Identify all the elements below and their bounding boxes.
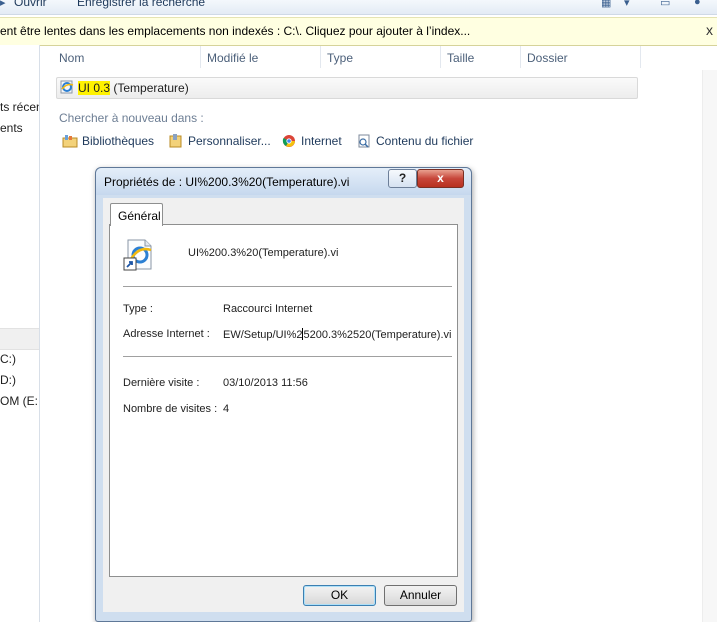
cancel-button[interactable]: Annuler xyxy=(384,585,457,606)
navigation-pane: ts récen ents C:) D:) OM (E: xyxy=(0,45,40,622)
result-name-rest: (Temperature) xyxy=(110,81,189,95)
help-icon[interactable]: ● xyxy=(694,0,708,8)
dialog-title: Propriétés de : UI%200.3%20(Temperature)… xyxy=(104,175,350,189)
column-header-type[interactable]: Type xyxy=(327,51,353,65)
custom-folder-icon xyxy=(169,134,182,148)
close-button[interactable]: x xyxy=(417,169,464,188)
index-info-bar[interactable]: ent être lentes dans les emplacements no… xyxy=(0,17,717,46)
nav-item-drive-d[interactable]: D:) xyxy=(0,373,16,387)
file-contents-icon xyxy=(358,134,370,148)
internet-shortcut-icon xyxy=(60,80,74,94)
nav-item-drive-e[interactable]: OM (E: xyxy=(0,394,38,408)
url-field[interactable]: EW/Setup/UI%25200.3%2520(Temperature).vi xyxy=(223,328,453,341)
visit-count-label: Nombre de visites : xyxy=(123,403,218,415)
search-libraries-label: Bibliothèques xyxy=(82,134,155,148)
last-visit-value: 03/10/2013 11:56 xyxy=(223,377,308,389)
results-scrollbar[interactable] xyxy=(702,70,717,622)
open-icon: ▸ xyxy=(0,0,6,9)
result-name-highlight: UI 0.3 xyxy=(78,81,111,95)
ok-button[interactable]: OK xyxy=(303,585,376,606)
info-bar-message[interactable]: ent être lentes dans les emplacements no… xyxy=(0,24,470,38)
column-header-name[interactable]: Nom xyxy=(59,51,84,65)
libraries-icon xyxy=(62,135,78,148)
tab-general[interactable]: Général xyxy=(110,203,163,226)
close-icon[interactable]: x xyxy=(706,22,713,38)
nav-item-recent[interactable]: ts récen xyxy=(0,100,39,114)
properties-dialog: Propriétés de : UI%200.3%20(Temperature)… xyxy=(95,167,472,622)
result-name[interactable]: UI 0.3 (Temperature) xyxy=(78,81,189,95)
dialog-title-bar[interactable]: Propriétés de : UI%200.3%20(Temperature)… xyxy=(96,168,471,195)
url-value-start: EW/Setup/UI%2 xyxy=(223,329,303,341)
save-search-button[interactable]: Enregistrer la recherche xyxy=(77,0,205,9)
chevron-down-icon[interactable]: ▾ xyxy=(624,0,638,9)
visit-count-value: 4 xyxy=(223,403,230,415)
internet-shortcut-icon xyxy=(123,239,152,271)
customize-link[interactable]: Personnaliser... xyxy=(168,134,271,148)
divider xyxy=(123,356,452,357)
search-internet-label: Internet xyxy=(301,134,342,148)
tab-general-label: Général xyxy=(118,209,161,223)
result-row[interactable]: UI 0.3 (Temperature) xyxy=(56,77,638,99)
help-button[interactable]: ? xyxy=(388,169,417,188)
open-button[interactable]: Ouvrir xyxy=(14,0,47,9)
last-visit-label: Dernière visite : xyxy=(123,377,200,389)
search-file-contents-link[interactable]: Contenu du fichier xyxy=(356,134,473,148)
customize-label: Personnaliser... xyxy=(188,134,271,148)
url-value-end: 5200.3%2520(Temperature).vi xyxy=(303,329,452,341)
nav-item-drive-c[interactable]: C:) xyxy=(0,352,16,366)
column-header-row: Nom Modifié le Type Taille Dossier xyxy=(40,46,641,68)
column-header-modified[interactable]: Modifié le xyxy=(207,51,258,65)
chrome-icon xyxy=(282,135,295,147)
type-value: Raccourci Internet xyxy=(223,303,313,315)
nav-section-computer[interactable] xyxy=(0,328,39,350)
dialog-body: Général UI%200.3%20(Temperature).vi Type… xyxy=(103,198,464,612)
search-again-label: Chercher à nouveau dans : xyxy=(59,111,204,125)
search-libraries-link[interactable]: Bibliothèques xyxy=(62,134,154,148)
search-file-contents-label: Contenu du fichier xyxy=(376,134,474,148)
general-panel: UI%200.3%20(Temperature).vi Type : Racco… xyxy=(109,224,458,577)
command-bar: ▸ Ouvrir Enregistrer la recherche ▦ ▾ ▭ … xyxy=(0,0,717,15)
file-name: UI%200.3%20(Temperature).vi xyxy=(188,247,339,259)
view-options-icon[interactable]: ▦ xyxy=(601,0,615,9)
preview-pane-icon[interactable]: ▭ xyxy=(660,0,674,9)
column-header-folder[interactable]: Dossier xyxy=(527,51,568,65)
type-label: Type : xyxy=(123,303,153,315)
column-header-size[interactable]: Taille xyxy=(447,51,474,65)
nav-item-documents[interactable]: ents xyxy=(0,121,23,135)
divider xyxy=(123,286,452,287)
url-label: Adresse Internet : xyxy=(123,328,210,340)
search-internet-link[interactable]: Internet xyxy=(281,134,342,148)
